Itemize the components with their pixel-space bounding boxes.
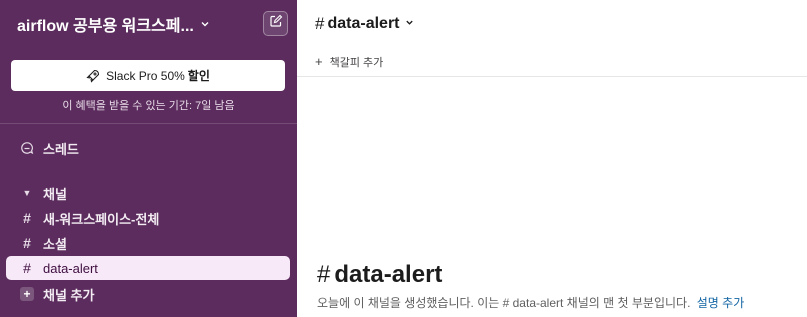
chevron-down-icon[interactable] — [200, 19, 210, 29]
threads-icon — [20, 141, 34, 155]
promo-label: Slack Pro 50% — [106, 68, 185, 83]
promo-strong: 할인 — [187, 69, 210, 83]
sidebar-item-label: 스레드 — [43, 141, 79, 157]
caret-down-icon[interactable]: ▼ — [20, 188, 34, 198]
plus-icon: + — [315, 54, 323, 69]
add-channel-button[interactable]: + 채널 추가 — [6, 282, 290, 306]
sidebar-item-channel-active[interactable]: # data-alert — [6, 256, 290, 280]
promo-subtext: 이 혜택을 받을 수 있는 기간: 7일 남음 — [62, 100, 235, 112]
add-icon-wrap: + — [20, 287, 34, 301]
intro-desc-suffix: 채널의 맨 첫 부분입니다. — [566, 296, 691, 310]
sidebar: airflow 공부용 워크스페... Slack Pro 50% 할인 이 혜… — [0, 0, 297, 317]
chevron-down-icon — [405, 18, 414, 30]
compose-button[interactable] — [263, 11, 288, 36]
intro-title-text: data-alert — [334, 261, 443, 288]
bookmark-bar: + 책갈피 추가 — [297, 47, 807, 77]
add-channel-label: 채널 추가 — [43, 287, 95, 303]
hash-icon: # — [23, 260, 31, 276]
channels-section-header[interactable]: ▼ 채널 — [6, 181, 290, 205]
workspace-header[interactable]: airflow 공부용 워크스페... — [0, 0, 297, 47]
channel-title-button[interactable]: # data-alert — [315, 14, 414, 34]
sidebar-item-channel[interactable]: # 소셜 — [6, 231, 290, 255]
channel-label: 새-워크스페이스-전체 — [43, 211, 160, 227]
add-description-link[interactable]: 설명 추가 — [697, 296, 745, 310]
intro-desc-prefix: 오늘에 이 채널을 생성했습니다. 이는 — [317, 296, 500, 310]
sidebar-item-channel[interactable]: # 새-워크스페이스-전체 — [6, 206, 290, 230]
plus-icon: + — [20, 287, 34, 301]
channel-title: data-alert — [327, 14, 400, 32]
channel-intro-description: 오늘에 이 채널을 생성했습니다. 이는 # data-alert 채널의 맨 … — [317, 294, 744, 311]
hash-icon: # — [317, 261, 331, 288]
hash-icon: # — [23, 210, 31, 226]
channel-label: data-alert — [43, 260, 98, 276]
compose-icon — [269, 14, 283, 33]
rocket-icon — [86, 69, 100, 83]
channel-header: # data-alert — [297, 0, 807, 47]
sidebar-divider — [0, 123, 297, 124]
workspace-name[interactable]: airflow 공부용 워크스페... — [17, 12, 194, 36]
slack-pro-promo-button[interactable]: Slack Pro 50% 할인 — [11, 60, 285, 91]
add-bookmark-label: 책갈피 추가 — [329, 56, 384, 69]
hash-icon: # — [23, 235, 31, 251]
intro-channel-name: # data-alert — [502, 296, 564, 310]
channel-pane: # data-alert + 책갈피 추가 # data-alert 오늘에 이… — [297, 0, 807, 317]
hash-icon: # — [315, 13, 325, 33]
sidebar-item-threads[interactable]: 스레드 — [6, 136, 290, 160]
channel-label: 소셜 — [43, 236, 67, 252]
section-label: 채널 — [43, 186, 67, 202]
channel-intro-title: # data-alert — [317, 261, 442, 289]
add-bookmark-button[interactable]: + 책갈피 추가 — [315, 54, 383, 70]
